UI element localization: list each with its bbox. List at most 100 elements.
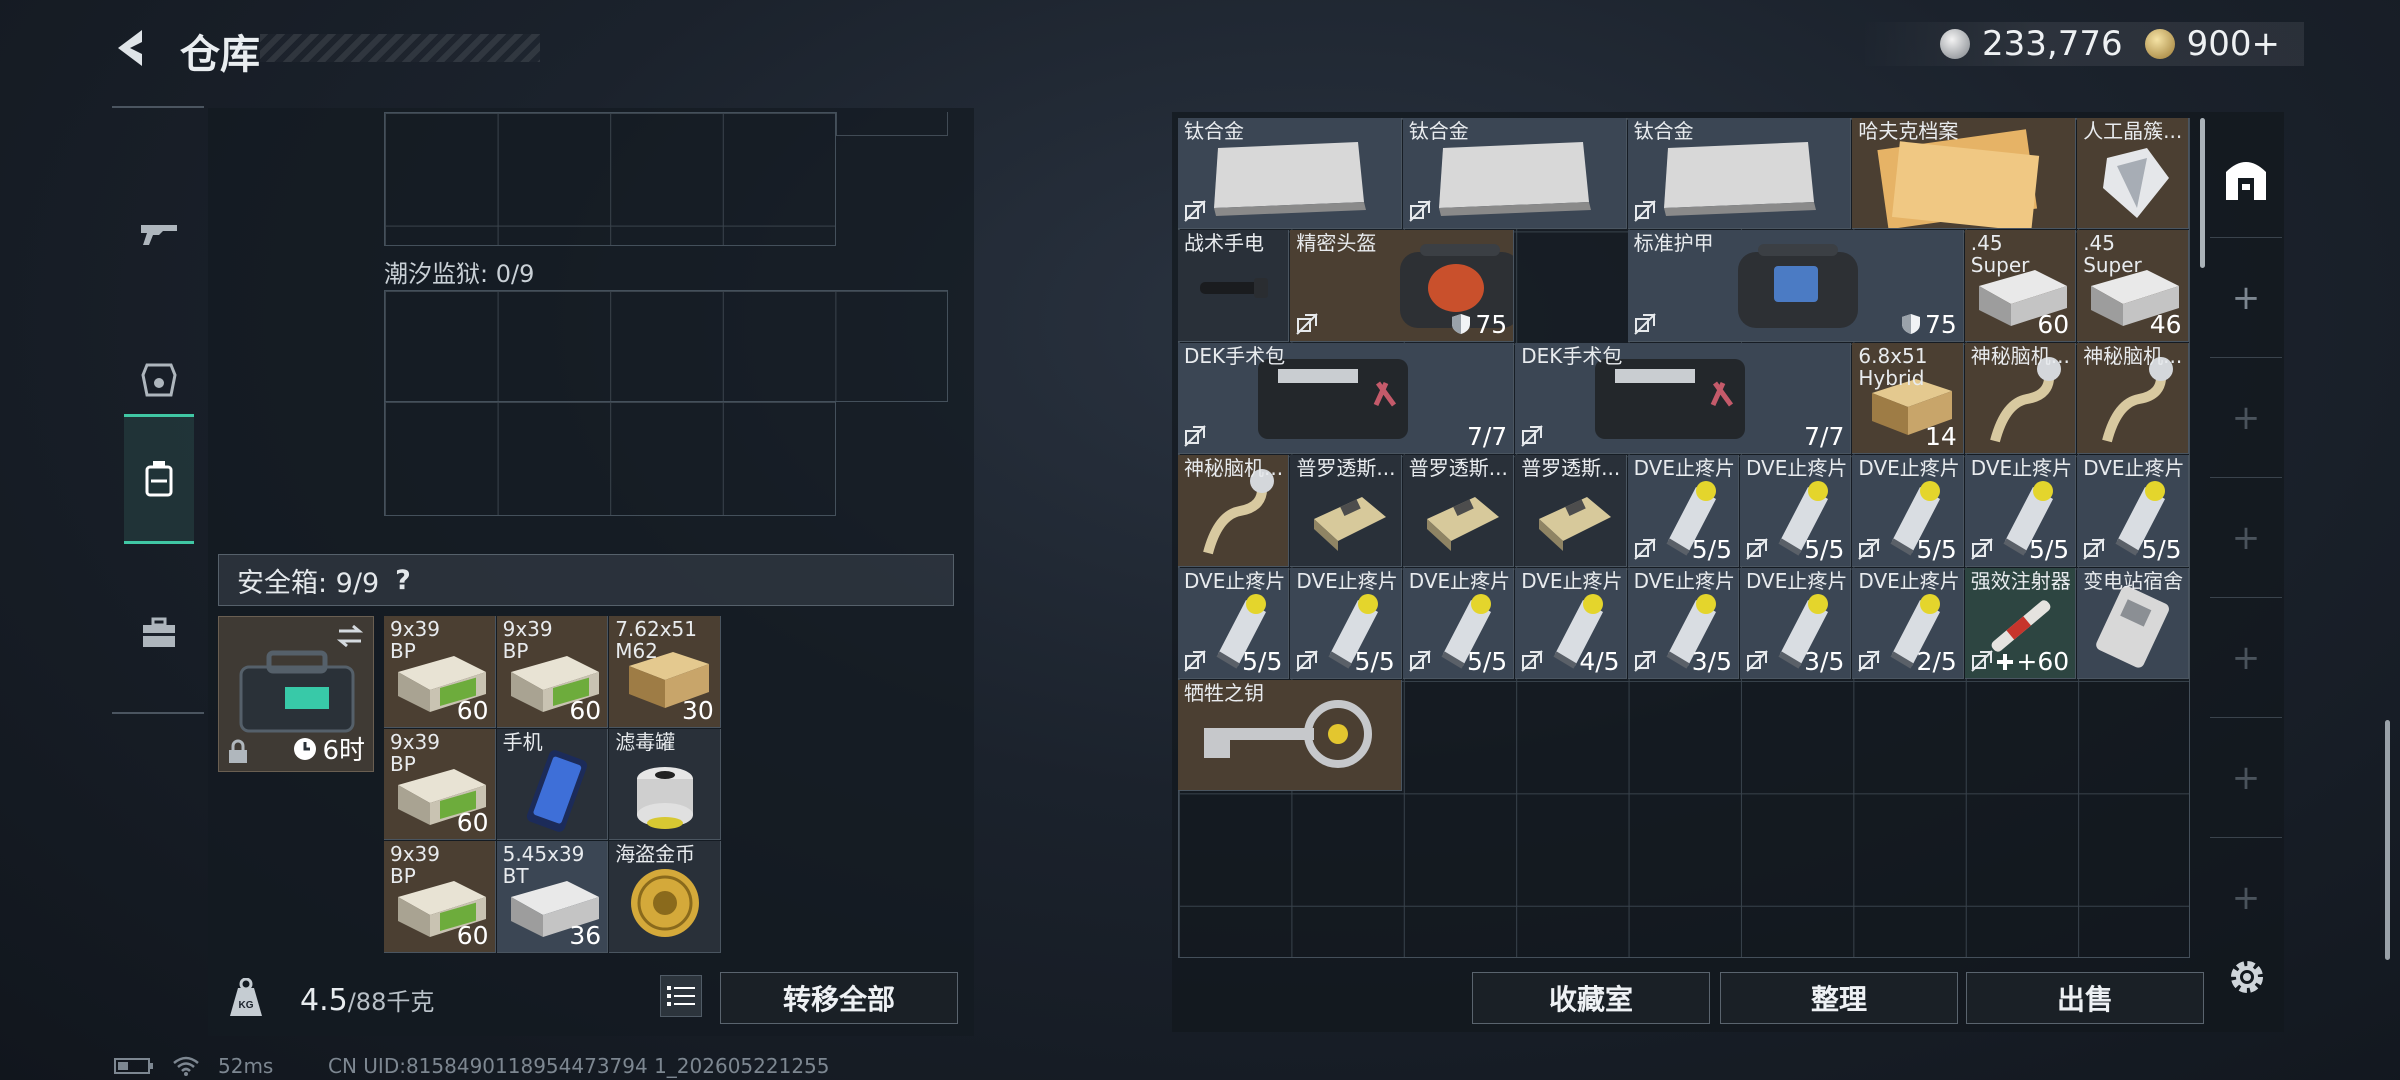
item-name: DEK手术包: [1184, 343, 1286, 368]
inventory-item[interactable]: .45 Super 46: [2077, 230, 2189, 342]
weight-readout: 4.5/88千克: [300, 982, 434, 1018]
sell-button[interactable]: 出售: [1966, 972, 2204, 1024]
inventory-item[interactable]: 神秘脑机...: [1964, 342, 2077, 455]
tab-warehouse-home[interactable]: [2210, 118, 2282, 238]
inventory-item[interactable]: 滤毒罐: [609, 728, 721, 841]
inventory-item[interactable]: DVE止疼片 5/5: [1627, 455, 1739, 567]
tab-add-page-4[interactable]: +: [2210, 598, 2282, 718]
inventory-item[interactable]: 变电站宿舍: [2077, 567, 2189, 679]
item-quantity: 7/7: [1804, 422, 1844, 451]
item-quantity-text: 14: [1924, 422, 1957, 452]
inventory-item[interactable]: DVE止疼片 3/5: [1740, 567, 1852, 679]
item-name: 神秘脑机...: [1184, 456, 1284, 481]
list-icon: [667, 986, 695, 1006]
inventory-item[interactable]: DVE止疼片 2/5: [1852, 567, 1964, 679]
item-name: 7.62x51 M62: [615, 617, 698, 663]
item-quantity-text: 4/5: [1579, 646, 1620, 676]
inventory-item[interactable]: 6.8x51 Hybrid 14: [1852, 342, 1964, 455]
inventory-item[interactable]: DVE止疼片 3/5: [1627, 567, 1739, 679]
inventory-item[interactable]: 神秘脑机...: [2077, 342, 2189, 455]
silver-coin-icon: [1940, 29, 1970, 59]
inventory-item[interactable]: 战术手电: [1178, 230, 1290, 342]
tab-add-page-6[interactable]: +: [2210, 838, 2282, 958]
inventory-item[interactable]: 9x39 BP 60: [384, 728, 496, 841]
back-button[interactable]: [108, 24, 156, 72]
inventory-item[interactable]: DVE止疼片 4/5: [1515, 567, 1627, 679]
gold-coin-value[interactable]: 900+: [2187, 24, 2280, 64]
sidebar-item-weapons[interactable]: [124, 168, 194, 298]
safe-timer-text: 6时: [322, 736, 365, 766]
unbound-icon: [1633, 537, 1656, 560]
item-quantity: 60: [457, 921, 489, 950]
inventory-item[interactable]: 9x39 BP 60: [496, 616, 609, 728]
item-name: DVE止疼片: [1633, 568, 1735, 593]
item-quantity: 5/5: [1242, 647, 1282, 676]
weight-value: 4.5: [300, 983, 348, 1018]
sort-button[interactable]: 整理: [1720, 972, 1958, 1024]
item-quantity: 46: [2150, 310, 2182, 339]
unbound-icon: [1296, 313, 1319, 335]
inventory-item[interactable]: 精密头盔 75: [1290, 230, 1515, 342]
inventory-item[interactable]: DVE止疼片 5/5: [1852, 455, 1964, 567]
inventory-item[interactable]: DVE止疼片 5/5: [1964, 455, 2077, 567]
inventory-item[interactable]: 牺牲之钥: [1178, 680, 1402, 792]
item-quantity: 5/5: [1467, 647, 1507, 676]
inventory-item[interactable]: 9x39 BP 60: [384, 616, 496, 728]
inventory-item[interactable]: 哈夫克档案: [1852, 118, 2077, 230]
inventory-item[interactable]: 海盗金币: [609, 841, 721, 953]
tab-add-page-5[interactable]: +: [2210, 718, 2282, 838]
list-view-button[interactable]: [660, 975, 702, 1017]
inventory-item[interactable]: 标准护甲 75: [1627, 230, 1964, 342]
item-name: DVE止疼片: [1858, 568, 1960, 593]
inventory-item[interactable]: 9x39 BP 60: [384, 841, 496, 953]
toolbox-icon: [143, 617, 175, 647]
warehouse-scrollbar[interactable]: [2200, 118, 2205, 268]
inventory-item[interactable]: 强效注射器 +60: [1964, 567, 2077, 679]
rig-grid[interactable]: [384, 112, 836, 246]
prison-grid-top[interactable]: [384, 290, 948, 402]
inventory-item[interactable]: DEK手术包 7/7: [1178, 342, 1515, 455]
inventory-item[interactable]: DVE止疼片 5/5: [1402, 567, 1515, 679]
tab-add-page-3[interactable]: +: [2210, 478, 2282, 598]
item-name: 战术手电: [1184, 231, 1264, 256]
inventory-item[interactable]: 普罗透斯...: [1515, 455, 1627, 567]
item-name: 神秘脑机...: [2083, 343, 2183, 368]
unbound-icon: [2083, 537, 2105, 560]
inventory-item[interactable]: DVE止疼片 5/5: [1178, 567, 1290, 679]
warehouse-page-tabs: + + + + + +: [2210, 118, 2282, 958]
inventory-item[interactable]: 钛合金: [1178, 118, 1402, 230]
inventory-item[interactable]: 5.45x39 BT 36: [496, 841, 609, 953]
tab-add-page-1[interactable]: +: [2210, 238, 2282, 358]
item-quantity: 60: [457, 808, 489, 837]
item-name: 神秘脑机...: [1970, 343, 2070, 368]
collection-room-button[interactable]: 收藏室: [1472, 972, 1710, 1024]
inventory-item[interactable]: DVE止疼片 5/5: [1740, 455, 1852, 567]
inventory-item[interactable]: DVE止疼片 5/5: [1290, 567, 1402, 679]
inventory-item[interactable]: 钛合金: [1627, 118, 1852, 230]
backpack-scrollbar[interactable]: [2385, 720, 2390, 960]
inventory-item[interactable]: 手机: [496, 728, 609, 841]
inventory-item[interactable]: 7.62x51 M62 30: [609, 616, 721, 728]
page-title: 仓库: [180, 32, 260, 78]
safe-case-item[interactable]: 6时: [218, 616, 374, 772]
gear-icon[interactable]: [2224, 954, 2270, 1000]
inventory-item[interactable]: 普罗透斯...: [1290, 455, 1402, 567]
transfer-all-button[interactable]: 转移全部: [720, 972, 958, 1024]
tab-add-page-2[interactable]: +: [2210, 358, 2282, 478]
item-name: 手机: [502, 729, 543, 754]
sidebar-item-toolbox[interactable]: [124, 568, 194, 698]
sidebar-item-backpack[interactable]: [124, 414, 194, 544]
prison-grid-bottom[interactable]: [384, 402, 836, 516]
item-name: 5.45x39 BT: [502, 842, 585, 889]
inventory-item[interactable]: .45 Super 60: [1964, 230, 2077, 342]
inventory-item[interactable]: DVE止疼片 5/5: [2077, 455, 2189, 567]
item-quantity-text: 60: [456, 920, 489, 950]
safe-box-help-button[interactable]: ?: [395, 565, 411, 596]
inventory-item[interactable]: DEK手术包 7/7: [1515, 342, 1852, 455]
inventory-item[interactable]: 普罗透斯...: [1402, 455, 1515, 567]
inventory-item[interactable]: 人工晶簇...: [2077, 118, 2189, 230]
swap-icon[interactable]: [335, 623, 365, 649]
inventory-item[interactable]: 钛合金: [1402, 118, 1627, 230]
inventory-item[interactable]: 神秘脑机...: [1178, 455, 1290, 567]
item-quantity: 5/5: [1692, 535, 1732, 564]
